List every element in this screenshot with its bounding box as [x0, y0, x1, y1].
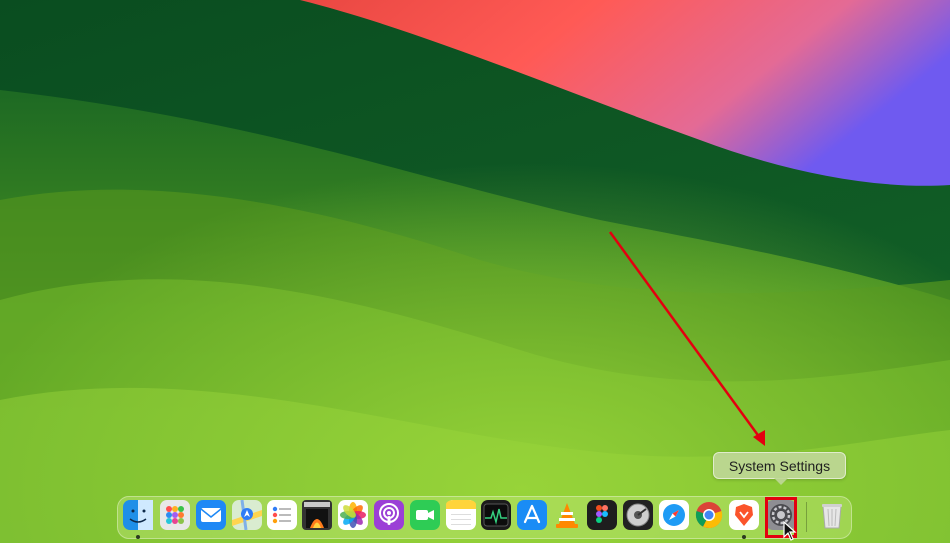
photo-booth-icon[interactable] [302, 500, 332, 530]
photos-icon[interactable] [338, 500, 368, 530]
figma-icon[interactable] [587, 500, 617, 530]
chrome-icon[interactable] [694, 500, 724, 530]
safari-icon[interactable] [659, 500, 689, 530]
tooltip-label: System Settings [728, 457, 831, 474]
disk-utility-icon[interactable] [623, 500, 653, 530]
dock-separator [806, 502, 807, 532]
dock-tooltip: System Settings [713, 452, 846, 479]
vlc-icon[interactable] [552, 500, 582, 530]
maps-icon[interactable] [232, 500, 262, 530]
trash-icon[interactable] [817, 500, 847, 530]
finder-running-indicator [136, 535, 140, 539]
brave-running-indicator [742, 535, 746, 539]
reminders-icon[interactable] [267, 500, 297, 530]
activity-monitor-icon[interactable] [481, 500, 511, 530]
podcasts-icon[interactable] [374, 500, 404, 530]
brave-icon[interactable] [729, 500, 759, 530]
app-store-icon[interactable] [517, 500, 547, 530]
launchpad-icon[interactable] [160, 500, 190, 530]
mail-icon[interactable] [196, 500, 226, 530]
finder-icon[interactable] [123, 500, 153, 530]
facetime-icon[interactable] [410, 500, 440, 530]
notes-icon[interactable] [446, 500, 476, 530]
mouse-cursor [783, 521, 797, 541]
tooltip-pointer [774, 478, 788, 485]
